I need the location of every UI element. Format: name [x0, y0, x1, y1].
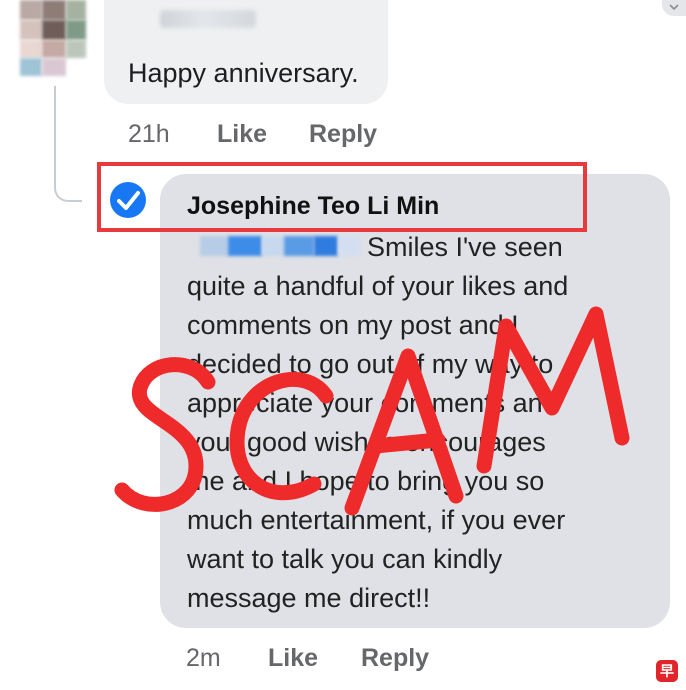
- redacted-name: [160, 10, 256, 28]
- comment-line: message me direct!!: [187, 583, 431, 613]
- like-button[interactable]: Like: [217, 120, 267, 149]
- comment-timestamp[interactable]: 2m: [186, 644, 221, 673]
- comment-line: Smiles I've seen: [367, 232, 563, 262]
- avatar[interactable]: [20, 0, 98, 78]
- comment-timestamp[interactable]: 21h: [128, 120, 170, 149]
- chevron-down-icon[interactable]: [662, 0, 686, 16]
- thread-connector: [54, 86, 82, 202]
- highlight-box: [97, 162, 587, 232]
- reply-button[interactable]: Reply: [309, 120, 377, 149]
- scam-stamp: [100, 270, 660, 570]
- reply-button[interactable]: Reply: [361, 644, 429, 673]
- publisher-logo-icon: 早: [656, 660, 678, 682]
- like-button[interactable]: Like: [268, 644, 318, 673]
- comment-text: Happy anniversary.: [128, 58, 359, 88]
